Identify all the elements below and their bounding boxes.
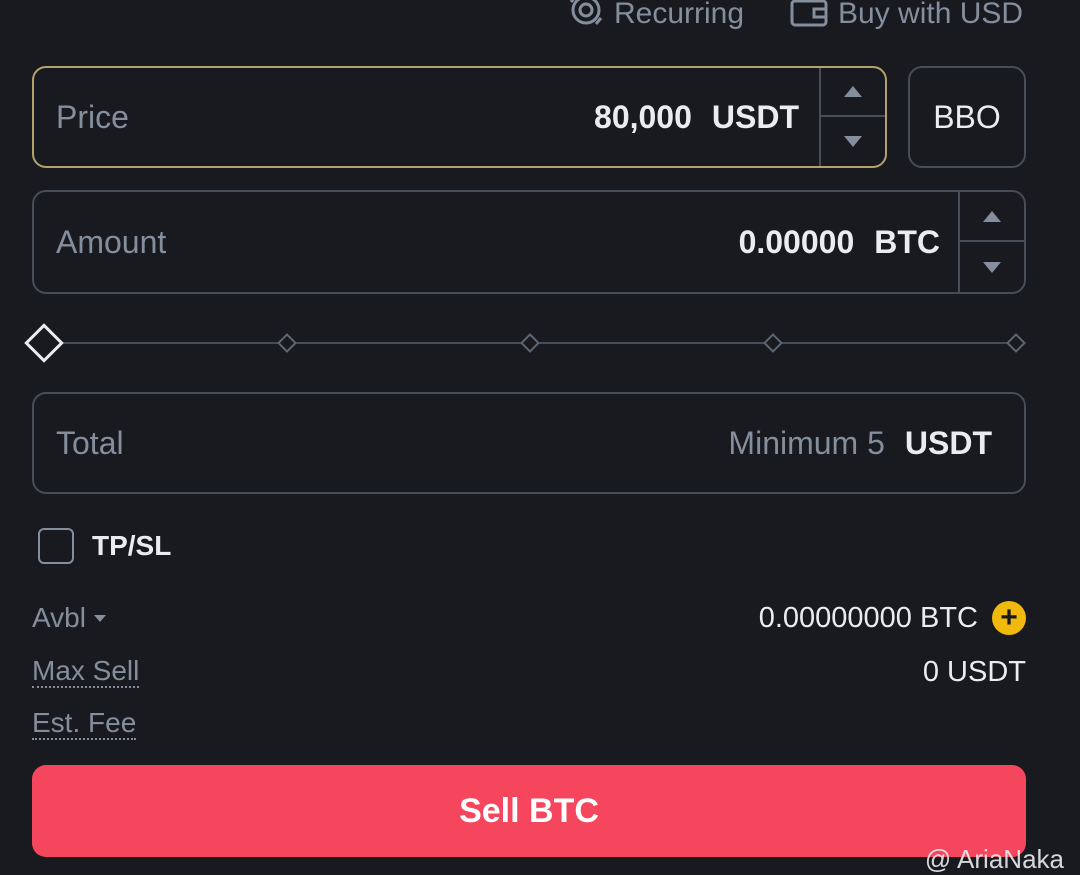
- price-field[interactable]: Price 80,000 USDT: [32, 66, 887, 168]
- caret-up-icon: [844, 86, 862, 97]
- amount-stepper: [958, 192, 1024, 292]
- amount-value: 0.00000: [738, 223, 855, 260]
- recurring-link[interactable]: Recurring: [568, 0, 744, 34]
- avbl-value-group: 0.00000000 BTC +: [759, 598, 1026, 638]
- slider-mark-100[interactable]: [1006, 333, 1026, 353]
- avbl-label-group[interactable]: Avbl: [32, 598, 106, 638]
- caret-up-icon: [983, 210, 1001, 222]
- price-unit: USDT: [711, 98, 799, 135]
- buy-with-usd-label: Buy with USD: [838, 0, 1024, 30]
- max-sell-value: 0 USDT: [922, 655, 1026, 688]
- price-value: 80,000: [594, 98, 692, 135]
- caret-down-icon: [844, 136, 862, 147]
- add-funds-icon[interactable]: +: [992, 601, 1026, 635]
- bbo-button[interactable]: BBO: [908, 66, 1026, 168]
- amount-label: Amount: [56, 223, 167, 260]
- total-value-group: Minimum 5 USDT: [728, 394, 992, 492]
- recurring-icon: [568, 0, 604, 36]
- slider-mark-25[interactable]: [277, 333, 297, 353]
- amount-field[interactable]: Amount 0.00000 BTC: [32, 190, 1026, 294]
- recurring-label: Recurring: [614, 0, 745, 30]
- amount-increment-button[interactable]: [960, 192, 1024, 242]
- slider-thumb[interactable]: [24, 323, 64, 363]
- tpsl-label[interactable]: TP/SL: [92, 528, 171, 564]
- total-placeholder: Minimum 5: [728, 424, 885, 461]
- est-fee-label-group[interactable]: Est. Fee: [32, 704, 137, 744]
- amount-unit: BTC: [874, 223, 940, 260]
- buy-with-usd-link[interactable]: Buy with USD: [790, 0, 1023, 34]
- amount-value-group: 0.00000 BTC: [739, 192, 940, 292]
- avbl-label: Avbl: [32, 602, 86, 633]
- total-unit: USDT: [904, 424, 992, 461]
- wallet-icon: [790, 0, 828, 35]
- caret-down-icon: [983, 261, 1001, 273]
- avbl-value: 0.00000000 BTC: [758, 601, 978, 634]
- price-decrement-button[interactable]: [821, 117, 885, 166]
- price-value-group: 80,000 USDT: [594, 68, 799, 166]
- tpsl-checkbox[interactable]: [38, 528, 74, 564]
- total-label: Total: [56, 424, 124, 461]
- slider-mark-50[interactable]: [520, 333, 540, 353]
- slider-mark-75[interactable]: [763, 333, 783, 353]
- amount-decrement-button[interactable]: [960, 242, 1024, 292]
- max-sell-label-group[interactable]: Max Sell: [32, 652, 140, 692]
- price-increment-button[interactable]: [821, 68, 885, 117]
- est-fee-label: Est. Fee: [32, 707, 137, 741]
- price-stepper: [819, 68, 885, 166]
- caret-down-icon: [93, 614, 106, 622]
- sell-btc-button[interactable]: Sell BTC: [32, 765, 1026, 857]
- max-sell-label: Max Sell: [32, 655, 140, 689]
- total-field[interactable]: Total Minimum 5 USDT: [32, 392, 1026, 494]
- price-label: Price: [56, 98, 129, 135]
- watermark: @ AriaNaka: [924, 844, 1064, 874]
